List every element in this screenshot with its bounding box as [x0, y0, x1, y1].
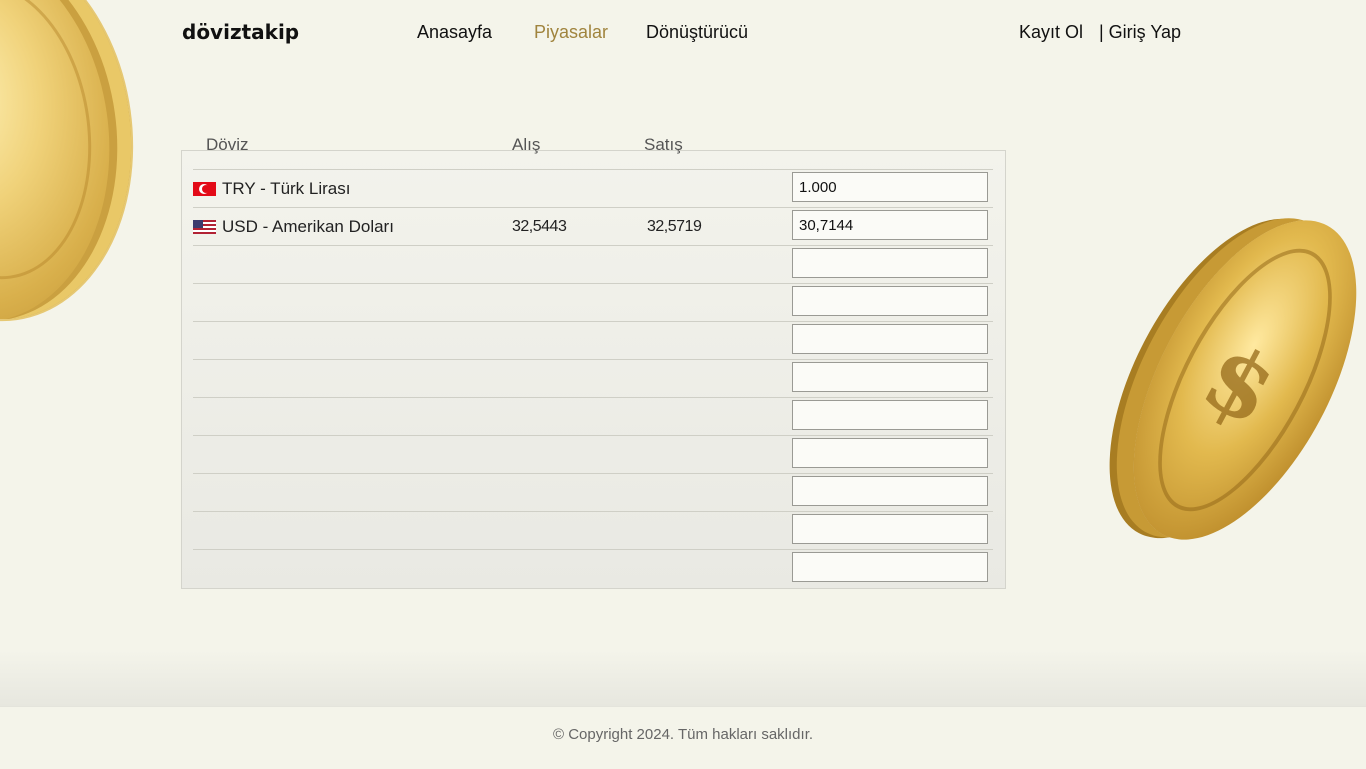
nav-anasayfa[interactable]: Anasayfa: [417, 22, 492, 43]
table-row: [193, 473, 993, 512]
column-header-buy: Alış: [512, 135, 541, 154]
amount-input[interactable]: [792, 248, 988, 278]
table-row: [193, 321, 993, 360]
table-row: TRY - Türk Lirası: [193, 169, 993, 208]
table-row: [193, 435, 993, 474]
register-link[interactable]: Kayıt Ol: [1019, 22, 1083, 43]
table-row: [193, 245, 993, 284]
amount-input[interactable]: [792, 172, 988, 202]
amount-input[interactable]: [792, 210, 988, 240]
table-row: [193, 359, 993, 398]
table-row: USD - Amerikan Doları 32,5443 32,5719: [193, 207, 993, 246]
amount-input[interactable]: [792, 400, 988, 430]
table-row: [193, 549, 993, 588]
footer-shade: [0, 650, 1366, 706]
amount-input[interactable]: [792, 438, 988, 468]
amount-input[interactable]: [792, 552, 988, 582]
amount-input[interactable]: [792, 476, 988, 506]
us-flag-icon: [193, 220, 216, 234]
amount-input[interactable]: [792, 362, 988, 392]
amount-input[interactable]: [792, 324, 988, 354]
amount-input[interactable]: [792, 286, 988, 316]
buy-rate: 32,5443: [512, 218, 567, 235]
table-row: [193, 397, 993, 436]
nav-donusturucu[interactable]: Dönüştürücü: [646, 22, 748, 43]
amount-input[interactable]: [792, 514, 988, 544]
nav-piyasalar[interactable]: Piyasalar: [534, 22, 608, 43]
sell-rate: 32,5719: [647, 218, 702, 235]
tr-flag-icon: [193, 182, 216, 196]
column-header-sell: Satış: [644, 135, 683, 154]
copyright-text: © Copyright 2024. Tüm hakları saklıdır.: [552, 726, 814, 743]
table-row: [193, 511, 993, 550]
login-link[interactable]: | Giriş Yap: [1099, 22, 1181, 43]
table-row: [193, 283, 993, 322]
gold-coin-left-decoration: [0, 0, 156, 338]
column-header-currency: Döviz: [206, 135, 249, 154]
brand-logo[interactable]: döviztakip: [182, 20, 299, 44]
currency-name: USD - Amerikan Doları: [222, 217, 394, 236]
currency-name: TRY - Türk Lirası: [222, 179, 351, 198]
currency-name-cell: TRY - Türk Lirası: [193, 179, 350, 199]
currency-name-cell: USD - Amerikan Doları: [193, 217, 394, 237]
